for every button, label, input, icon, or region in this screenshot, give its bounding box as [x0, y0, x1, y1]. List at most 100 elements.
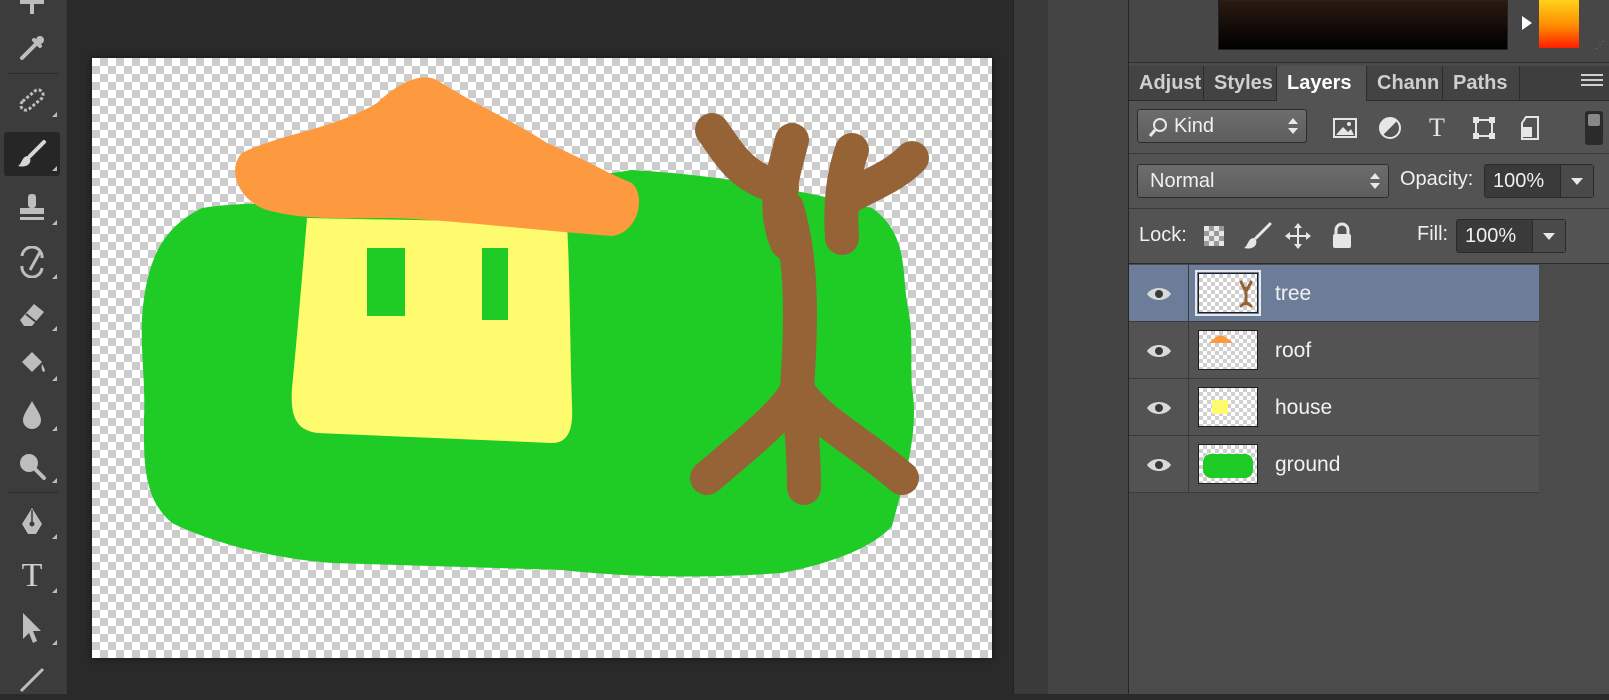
toolbar-divider	[8, 492, 58, 493]
clone-stamp-icon	[20, 194, 44, 220]
layers-empty-area	[1129, 504, 1539, 694]
layer-thumbnail	[1198, 387, 1258, 427]
pen-icon	[22, 508, 42, 534]
healing-brush-icon	[19, 88, 45, 112]
filter-kind-value: Kind	[1174, 115, 1215, 137]
panel-menu-icon[interactable]	[1581, 74, 1603, 92]
eye-icon	[1146, 401, 1171, 414]
select-arrows-icon	[1370, 173, 1380, 189]
opacity-label: Opacity:	[1400, 168, 1474, 190]
hue-slider-arrow-icon[interactable]	[1522, 16, 1532, 30]
eye-icon	[1146, 287, 1171, 300]
clone-stamp-tool[interactable]	[4, 186, 60, 230]
layer-name: ground	[1275, 453, 1341, 476]
paint-bucket-tool[interactable]	[4, 342, 60, 386]
layer-row-roof[interactable]: roof	[1129, 322, 1539, 379]
adjustment-filter-icon[interactable]	[1375, 113, 1405, 143]
lock-transparent-icon[interactable]	[1199, 221, 1229, 251]
dodge-tool[interactable]	[4, 444, 60, 488]
blend-mode-select[interactable]: Normal	[1137, 164, 1389, 198]
fill-label: Fill:	[1417, 223, 1449, 245]
resize-grip-icon[interactable]: ⋰	[1595, 40, 1605, 51]
smart-object-filter-icon[interactable]	[1516, 113, 1546, 143]
path-selection-tool[interactable]	[4, 606, 60, 650]
document-canvas[interactable]	[92, 58, 992, 658]
lock-label: Lock:	[1139, 224, 1187, 246]
eraser-icon	[20, 304, 44, 326]
line-icon	[19, 667, 45, 693]
fill-field[interactable]: 100%	[1456, 219, 1566, 253]
lock-all-icon[interactable]	[1327, 221, 1357, 251]
opacity-dropdown-icon[interactable]	[1560, 165, 1593, 197]
color-picker-panel: ⋰	[1129, 0, 1609, 63]
healing-brush-tool[interactable]	[4, 78, 60, 122]
history-brush-tool[interactable]	[4, 240, 60, 284]
eyedropper-icon	[20, 36, 44, 60]
layer-row-tree[interactable]: tree	[1129, 265, 1539, 322]
visibility-toggle[interactable]	[1129, 436, 1189, 493]
blend-mode-value: Normal	[1150, 170, 1215, 192]
opacity-value: 100%	[1493, 170, 1545, 192]
tab-adjustments[interactable]: Adjust	[1129, 66, 1204, 100]
type-tool[interactable]: T	[4, 554, 60, 598]
lock-position-icon[interactable]	[1283, 221, 1313, 251]
filter-toggle-switch[interactable]	[1585, 111, 1603, 145]
canvas-scroll-gutter	[1013, 0, 1049, 694]
layer-row-house[interactable]: house	[1129, 379, 1539, 436]
hue-slider[interactable]	[1539, 0, 1579, 48]
tab-label: Adjust	[1139, 72, 1202, 94]
eyedropper-tool[interactable]	[4, 26, 60, 70]
shape-filter-icon[interactable]	[1469, 113, 1499, 143]
color-field[interactable]	[1218, 0, 1508, 50]
blur-tool[interactable]	[4, 392, 60, 436]
brush-icon	[18, 140, 46, 167]
add-tool[interactable]	[4, 0, 60, 24]
fill-value: 100%	[1465, 225, 1517, 247]
opacity-field[interactable]: 100%	[1484, 164, 1594, 198]
layers-scroll-area	[1539, 265, 1609, 694]
blur-icon	[23, 401, 41, 429]
paint-bucket-icon	[22, 352, 45, 372]
layer-row-ground[interactable]: ground	[1129, 436, 1539, 493]
more-tools-indicator	[52, 534, 57, 539]
tab-label: Chann	[1377, 72, 1440, 94]
layer-thumbnail	[1198, 444, 1258, 484]
more-tools-indicator	[52, 112, 57, 117]
tab-channels[interactable]: Chann	[1367, 66, 1443, 100]
brush-tool[interactable]	[4, 132, 60, 176]
artwork	[141, 77, 929, 577]
type-icon: T	[21, 557, 43, 594]
fill-dropdown-icon[interactable]	[1532, 220, 1565, 252]
more-tools-indicator	[52, 640, 57, 645]
layer-name: roof	[1275, 339, 1312, 362]
tab-paths[interactable]: Paths	[1443, 66, 1520, 100]
line-tool[interactable]	[4, 656, 60, 700]
visibility-toggle[interactable]	[1129, 265, 1189, 322]
tab-styles[interactable]: Styles	[1204, 66, 1277, 100]
more-tools-indicator	[52, 166, 57, 171]
filter-kind-select[interactable]: Kind	[1137, 109, 1307, 143]
pen-tool[interactable]	[4, 500, 60, 544]
more-tools-indicator	[52, 426, 57, 431]
history-brush-icon	[20, 246, 44, 278]
image-filter-icon[interactable]	[1330, 113, 1360, 143]
tools-panel: T	[0, 0, 68, 694]
blend-row: Normal Opacity: 100%	[1129, 154, 1609, 209]
visibility-toggle[interactable]	[1129, 379, 1189, 436]
dodge-icon	[20, 454, 46, 480]
eraser-tool[interactable]	[4, 292, 60, 336]
more-tools-indicator	[52, 326, 57, 331]
collapsed-panel-dock	[1048, 0, 1129, 694]
layer-filter-row: Kind T	[1129, 101, 1609, 154]
lock-row: Lock: Fill: 100%	[1129, 209, 1609, 264]
layer-thumbnail	[1195, 270, 1261, 316]
tab-layers[interactable]: Layers	[1277, 66, 1367, 101]
more-tools-indicator	[52, 376, 57, 381]
tab-label: Layers	[1287, 72, 1352, 94]
lock-image-icon[interactable]	[1242, 221, 1272, 251]
tab-label: Styles	[1214, 72, 1273, 94]
right-panel: ⋰ Adjust Styles Layers Chann Paths Kind …	[1129, 0, 1609, 694]
visibility-toggle[interactable]	[1129, 322, 1189, 379]
type-filter-icon[interactable]: T	[1422, 113, 1452, 143]
more-tools-indicator	[52, 220, 57, 225]
